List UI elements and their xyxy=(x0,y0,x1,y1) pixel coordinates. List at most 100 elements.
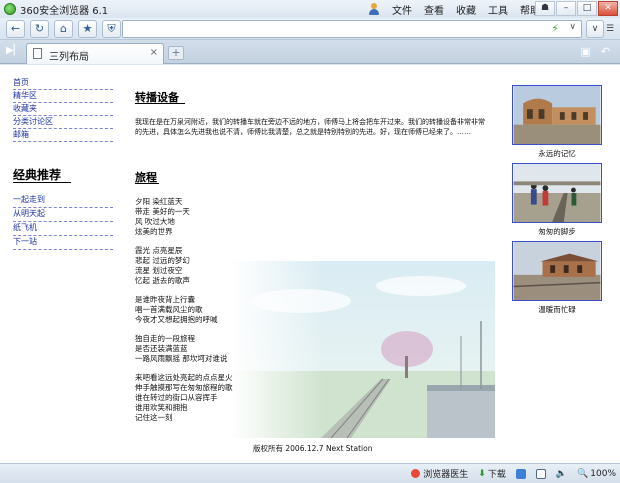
thumbnail-caption: 永远的记忆 xyxy=(538,149,576,158)
browser-doctor-button[interactable]: 浏览器医生 xyxy=(411,467,468,480)
title-bar: 360安全浏览器 6.1 文件 查看 收藏 工具 帮助 ☗ – □ ✕ xyxy=(0,0,620,18)
heading-underline xyxy=(135,183,159,184)
poem-stanza: 是谁昨夜背上行囊 唱一首满载风尘的歌 今夜才又想起拥抱的呼喊 xyxy=(135,295,265,325)
tab-close-icon[interactable]: × xyxy=(150,47,158,58)
recommend-title: 经典推荐 xyxy=(13,168,62,182)
minimize-button[interactable]: – xyxy=(556,1,576,16)
download-label: 下载 xyxy=(487,470,506,480)
menu-file[interactable]: 文件 xyxy=(386,2,418,17)
poem-line: 带走 美好的一天 xyxy=(135,207,190,216)
back-button[interactable]: ← xyxy=(6,20,25,38)
skin-button[interactable]: ☗ xyxy=(535,1,555,16)
window-title: 360安全浏览器 6.1 xyxy=(20,5,109,17)
poem-line: 独自走的一段旅程 xyxy=(135,334,195,343)
zoom-icon: 🔍 xyxy=(577,468,589,479)
nav-link-essence[interactable]: 精华区 xyxy=(13,90,113,103)
thumbnail-caption: 匆匆的脚步 xyxy=(538,227,576,236)
left-navigation: 首页 精华区 收藏夹 分类讨论区 邮箱 xyxy=(13,77,113,142)
ie-mode-icon[interactable] xyxy=(515,468,526,479)
page-icon xyxy=(33,48,42,59)
thumbnail-caption: 温暖而忙碌 xyxy=(538,305,576,314)
browser-doctor-label: 浏览器医生 xyxy=(423,470,469,480)
poem-stanza: 夕阳 染红蓝天 带走 美好的一天 风 吹过大地 炫美的世界 xyxy=(135,197,265,237)
menu-view[interactable]: 查看 xyxy=(418,2,450,17)
recommend-link[interactable]: 纸飞机 xyxy=(13,222,113,236)
poem-line: 忆起 逝去的歌声 xyxy=(135,276,190,285)
railway-background-image xyxy=(231,261,495,438)
recommend-list: 一起走到 从明天起 纸飞机 下一站 xyxy=(13,194,113,250)
address-input[interactable] xyxy=(123,21,543,37)
nav-link-favorites[interactable]: 收藏夹 xyxy=(13,103,113,116)
go-dropdown-button[interactable]: ∨ xyxy=(586,20,604,38)
menu-favorites[interactable]: 收藏 xyxy=(450,2,482,17)
refresh-button[interactable]: ↻ xyxy=(30,20,49,38)
poem-line: 来吧看这远处亮起的点点星火 xyxy=(135,373,233,382)
recommend-link[interactable]: 从明天起 xyxy=(13,208,113,222)
recommend-title-underline xyxy=(13,182,71,183)
window-mode-icon[interactable] xyxy=(535,468,546,479)
poem-line: 是谁昨夜背上行囊 xyxy=(135,295,195,304)
poem-line: 谁在转过的街口从容挥手 xyxy=(135,393,218,402)
tab-tools: ▣ ↶ xyxy=(580,45,610,58)
poem-line: 是否还装满蓝蓝 xyxy=(135,344,188,353)
thumbnail-platform[interactable] xyxy=(512,241,602,301)
poem-line: 霞光 点亮星辰 xyxy=(135,246,183,255)
close-button[interactable]: ✕ xyxy=(598,1,618,16)
menu-tools[interactable]: 工具 xyxy=(482,2,514,17)
recommend-link[interactable]: 下一站 xyxy=(13,236,113,250)
poem-stanza: 独自走的一段旅程 是否还装满蓝蓝 一路风雨飘摇 那坎坷对谁说 xyxy=(135,334,265,364)
status-bar: 浏览器医生 ⬇ 下载 🔈 🔍 100% xyxy=(0,463,620,483)
travel-poem: 夕阳 染红蓝天 带走 美好的一天 风 吹过大地 炫美的世界 霞光 点亮星辰 悲起… xyxy=(135,197,265,432)
poem-line: 一路风雨飘摇 那坎坷对谁说 xyxy=(135,354,228,363)
poem-line: 谁用欢笑和拥抱 xyxy=(135,403,188,412)
thumbnail-column: 永远的记忆 匆匆的脚步 温暖而忙碌 xyxy=(512,85,602,319)
poem-line: 今夜才又想起拥抱的呼喊 xyxy=(135,315,218,324)
poem-line: 唱一首满载风尘的歌 xyxy=(135,305,203,314)
window-controls: ☗ – □ ✕ xyxy=(534,1,618,16)
toolbar-menu-icon[interactable]: ☰ xyxy=(606,24,614,34)
nav-link-categories[interactable]: 分类讨论区 xyxy=(13,116,113,129)
copyright-text: 版权所有 2006.12.7 Next Station xyxy=(253,444,373,453)
poem-line: 炫美的世界 xyxy=(135,227,173,236)
tab-active[interactable]: 三列布局 × xyxy=(26,43,164,64)
zoom-control[interactable]: 🔍 100% xyxy=(577,469,616,479)
navigation-bar: ← ↻ ⌂ ★ ⛨ ⚡ ∨ ∨ ☰ xyxy=(0,18,620,40)
nav-link-home[interactable]: 首页 xyxy=(13,77,113,90)
poem-line: 风 吹过大地 xyxy=(135,217,175,226)
poem-line: 流星 划过夜空 xyxy=(135,266,183,275)
thumbnail-people-on-track[interactable] xyxy=(512,163,602,223)
web-page: 首页 精华区 收藏夹 分类讨论区 邮箱 经典推荐 一起走到 从明天起 纸飞机 下… xyxy=(0,65,620,463)
download-button[interactable]: ⬇ 下载 xyxy=(478,467,506,481)
thumbnail-station-building[interactable] xyxy=(512,85,602,145)
tab-label: 三列布局 xyxy=(49,52,89,63)
home-button[interactable]: ⌂ xyxy=(54,20,73,38)
tab-bar: ▶▏ 三列布局 × + ▣ ↶ xyxy=(0,40,620,64)
doctor-icon xyxy=(411,469,421,478)
user-icon[interactable] xyxy=(368,3,380,15)
poem-stanza: 来吧看这远处亮起的点点星火 伸手触摸那写在匆匆旅程的歌 谁在转过的街口从容挥手 … xyxy=(135,373,265,423)
poem-line: 悲起 过远的梦幻 xyxy=(135,256,190,265)
poem-line: 记住这一刻 xyxy=(135,413,173,422)
status-items: 浏览器医生 ⬇ 下载 🔈 🔍 100% xyxy=(401,467,616,480)
recommend-link[interactable]: 一起走到 xyxy=(13,194,113,208)
zoom-level: 100% xyxy=(590,468,616,479)
speed-mode-icon[interactable]: ⚡ xyxy=(551,22,559,35)
menu-bar: 文件 查看 收藏 工具 帮助 xyxy=(368,0,546,18)
tab-list-icon[interactable]: ▣ xyxy=(580,45,590,58)
volume-icon[interactable]: 🔈 xyxy=(556,469,567,479)
equipment-paragraph: 我现在是在万泉河附近，我们的转播车就在旁边不远的地方，师傅马上将会把车开过来。我… xyxy=(135,118,485,136)
address-bar: ⚡ ∨ xyxy=(122,20,582,38)
poem-line: 伸手触摸那写在匆匆旅程的歌 xyxy=(135,383,233,392)
sidebar-toggle-icon[interactable]: ▶▏ xyxy=(6,45,21,57)
new-tab-button[interactable]: + xyxy=(168,46,184,60)
maximize-button[interactable]: □ xyxy=(577,1,597,16)
browser-logo-icon xyxy=(4,3,16,15)
poem-stanza: 霞光 点亮星辰 悲起 过远的梦幻 流星 划过夜空 忆起 逝去的歌声 xyxy=(135,246,265,286)
address-dropdown-icon[interactable]: ∨ xyxy=(569,22,576,32)
nav-link-mail[interactable]: 邮箱 xyxy=(13,129,113,142)
favorite-button[interactable]: ★ xyxy=(78,20,97,38)
security-shield-button[interactable]: ⛨ xyxy=(102,20,121,38)
heading-underline xyxy=(135,103,185,104)
download-icon: ⬇ xyxy=(478,468,486,479)
undo-close-icon[interactable]: ↶ xyxy=(601,45,610,58)
